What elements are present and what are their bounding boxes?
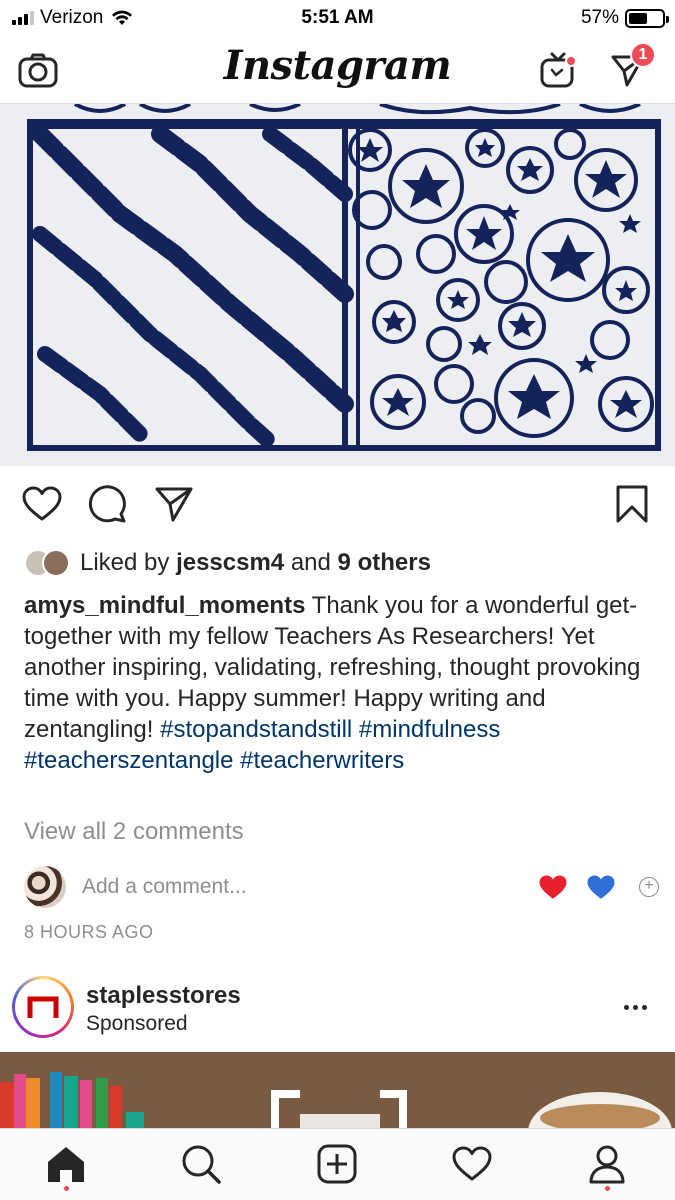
profile-icon[interactable] [579,1139,635,1191]
status-right: 57% [580,7,669,29]
new-post-icon[interactable] [309,1139,365,1189]
quick-reaction-blue-heart[interactable] [585,871,617,903]
activity-icon[interactable] [444,1139,500,1189]
status-bar: Verizon 5:51 AM 57% [0,0,675,36]
battery-level [629,12,648,24]
avatar [24,866,66,908]
comment-input[interactable]: Add a comment... [82,875,521,899]
search-icon[interactable] [173,1139,229,1189]
liker-username[interactable]: jesscsm4 [176,549,284,577]
add-reaction-icon[interactable]: + [639,877,659,897]
direct-message-icon[interactable]: 1 [606,42,656,92]
comment-icon[interactable] [86,482,130,526]
liker-avatars [24,549,70,577]
bookmark-icon[interactable] [610,482,654,526]
sponsor-avatar[interactable] [12,976,74,1038]
quick-reaction-red-heart[interactable] [537,871,569,903]
home-icon[interactable] [38,1139,94,1191]
post-action-bar [0,480,675,530]
battery-icon [625,8,669,28]
status-time: 5:51 AM [301,7,374,28]
likes-conjunction: and [290,549,331,576]
sponsored-label: Sponsored [86,1012,188,1035]
zentangle-artwork [0,104,675,466]
bottom-tab-bar [0,1128,675,1200]
staples-logo-icon [27,996,59,1018]
direct-badge: 1 [630,42,656,68]
app-header: Instagram 1 [0,36,675,104]
post-timestamp: 8 HOURS AGO [24,922,154,942]
sponsored-post-image[interactable] [0,1052,675,1128]
sponsor-username[interactable]: staplesstores [86,982,241,1010]
likes-row[interactable]: Liked by jesscsm4 and 9 others [24,545,431,581]
avatar [42,549,70,577]
staples-ad-image [0,1052,675,1128]
heart-icon[interactable] [20,482,64,526]
view-all-comments-link[interactable]: View all 2 comments [24,818,244,846]
post-image[interactable] [0,104,675,466]
more-options-icon[interactable] [615,992,655,1022]
caption-username[interactable]: amys_mindful_moments [24,592,305,619]
share-icon[interactable] [152,482,196,526]
post-caption: amys_mindful_moments Thank you for a won… [24,590,659,776]
add-comment-row: Add a comment... + [24,865,659,909]
igtv-icon[interactable] [536,48,580,92]
active-tab-indicator [63,1186,69,1191]
likes-others-link[interactable]: 9 others [338,549,431,577]
likes-prefix: Liked by [80,549,170,576]
battery-percent: 57% [580,7,619,28]
profile-notification-dot [604,1186,610,1191]
